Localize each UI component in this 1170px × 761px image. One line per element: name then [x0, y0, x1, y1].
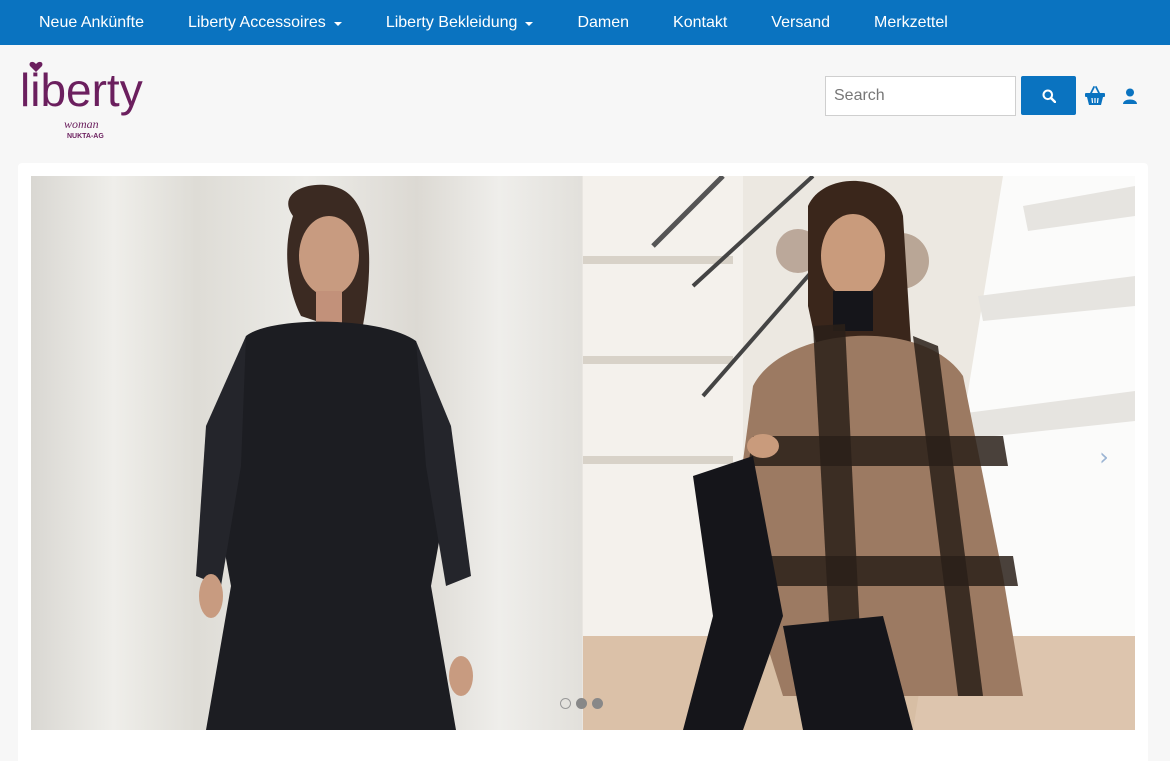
search-icon: [1042, 89, 1056, 103]
logo-sub-nukta: NUKTA-AG: [67, 133, 104, 140]
logo-graphic: liberty woman NUKTA-AG: [20, 61, 143, 140]
nav-item-liberty-accessoires[interactable]: Liberty Accessoires: [188, 0, 342, 45]
nav-item-liberty-bekleidung[interactable]: Liberty Bekleidung: [386, 0, 534, 45]
nav-item-neue-ankuenfte[interactable]: Neue Ankünfte: [39, 0, 144, 45]
carousel-indicator[interactable]: [560, 698, 571, 709]
top-navigation: Neue Ankünfte Liberty Accessoires Libert…: [0, 0, 1170, 45]
nav-label: Damen: [577, 13, 630, 31]
caret-down-icon: [333, 21, 342, 26]
hero-carousel[interactable]: [31, 176, 1135, 730]
slide-image-black-dress: [31, 176, 582, 730]
nav-label: Liberty Bekleidung: [385, 13, 518, 31]
nav-label: Kontakt: [673, 13, 728, 31]
caret-down-icon: [525, 21, 534, 26]
nav-label: Neue Ankünfte: [39, 13, 144, 31]
carousel-indicator[interactable]: [576, 698, 587, 709]
search-button[interactable]: [1021, 76, 1076, 115]
account-button[interactable]: [1121, 87, 1139, 105]
search-input[interactable]: [825, 76, 1016, 116]
nav-item-versand[interactable]: Versand: [771, 0, 830, 45]
carousel-indicators: [560, 698, 603, 709]
carousel-indicator[interactable]: [592, 698, 603, 709]
nav-item-damen[interactable]: Damen: [577, 0, 629, 45]
basket-icon: [1085, 86, 1105, 105]
nav-label: Liberty Accessoires: [187, 13, 326, 31]
nav-item-kontakt[interactable]: Kontakt: [673, 0, 727, 45]
basket-button[interactable]: [1084, 86, 1106, 106]
site-logo[interactable]: liberty woman NUKTA-AG: [20, 58, 170, 142]
chevron-right-icon: ›: [1099, 443, 1109, 471]
user-icon: [1123, 88, 1137, 104]
nav-label: Versand: [771, 13, 831, 31]
logo-sub-woman: woman: [64, 117, 99, 131]
logo-wordmark: liberty: [20, 64, 143, 116]
carousel-next-arrow[interactable]: ›: [1092, 442, 1116, 472]
slide-image-plaid-poncho: [583, 176, 1135, 730]
nav-item-merkzettel[interactable]: Merkzettel: [874, 0, 948, 45]
nav-label: Merkzettel: [874, 13, 948, 31]
